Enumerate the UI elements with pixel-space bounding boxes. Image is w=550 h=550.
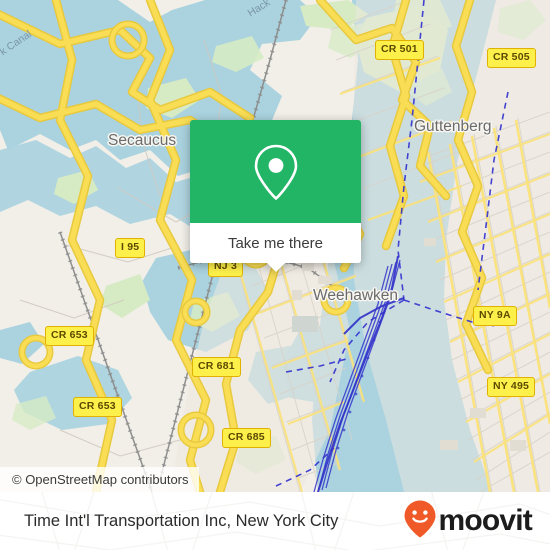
moovit-smiley-pin-icon: [403, 499, 437, 544]
moovit-logo[interactable]: moovit: [403, 499, 533, 544]
map-pin-icon: [253, 143, 299, 201]
footer-bar: Time Int'l Transportation Inc, New York …: [0, 492, 550, 550]
map-attribution[interactable]: © OpenStreetMap contributors: [0, 467, 199, 492]
attribution-text: © OpenStreetMap contributors: [12, 472, 189, 487]
moovit-map-screenshot: Secaucus Guttenberg Weehawken Hack k Can…: [0, 0, 550, 550]
moovit-wordmark: moovit: [438, 504, 532, 537]
location-title: Time Int'l Transportation Inc, New York …: [24, 511, 339, 530]
location-info-card[interactable]: Take me there: [190, 120, 361, 272]
map-canvas[interactable]: Secaucus Guttenberg Weehawken Hack k Can…: [0, 0, 550, 492]
info-card-pointer: [265, 262, 286, 272]
info-card-footer[interactable]: Take me there: [190, 223, 361, 272]
take-me-there-label: Take me there: [227, 234, 324, 252]
info-card-header: [190, 120, 361, 223]
